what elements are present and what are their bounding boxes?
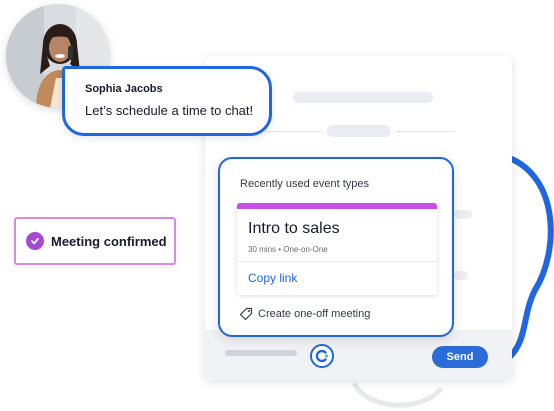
calendly-logo-icon bbox=[310, 344, 334, 368]
copy-link-button[interactable]: Copy link bbox=[248, 271, 297, 285]
event-meta: 30 mins • One-on-One bbox=[248, 245, 328, 254]
scheduling-illustration: Send Sophia Jacobs Let’s schedule a time… bbox=[0, 0, 554, 411]
header-placeholder bbox=[293, 92, 433, 103]
message-text: Let’s schedule a time to chat! bbox=[85, 103, 254, 118]
input-placeholder[interactable] bbox=[225, 350, 297, 356]
composer-bar: Send bbox=[205, 330, 512, 380]
check-circle-icon bbox=[26, 232, 44, 250]
divider bbox=[395, 131, 455, 132]
create-one-off-meeting-button[interactable]: Create one-off meeting bbox=[239, 307, 370, 321]
message-placeholder bbox=[454, 271, 468, 280]
event-type-item[interactable]: Intro to sales 30 mins • One-on-One Copy… bbox=[237, 203, 437, 295]
date-chip-placeholder bbox=[327, 125, 391, 137]
event-color-bar bbox=[237, 203, 437, 209]
divider bbox=[265, 131, 323, 132]
meeting-confirmed-badge: Meeting confirmed bbox=[14, 217, 176, 265]
event-name: Intro to sales bbox=[248, 220, 340, 237]
tag-icon bbox=[239, 307, 253, 321]
confirmation-label: Meeting confirmed bbox=[51, 233, 167, 249]
divider bbox=[237, 261, 437, 262]
send-button[interactable]: Send bbox=[432, 346, 488, 368]
message-placeholder bbox=[454, 210, 472, 219]
event-types-card: Recently used event types Intro to sales… bbox=[218, 157, 454, 337]
card-title: Recently used event types bbox=[240, 178, 370, 190]
sender-name: Sophia Jacobs bbox=[85, 83, 163, 95]
chat-message-bubble: Sophia Jacobs Let’s schedule a time to c… bbox=[62, 66, 272, 136]
create-one-off-label: Create one-off meeting bbox=[258, 308, 371, 320]
